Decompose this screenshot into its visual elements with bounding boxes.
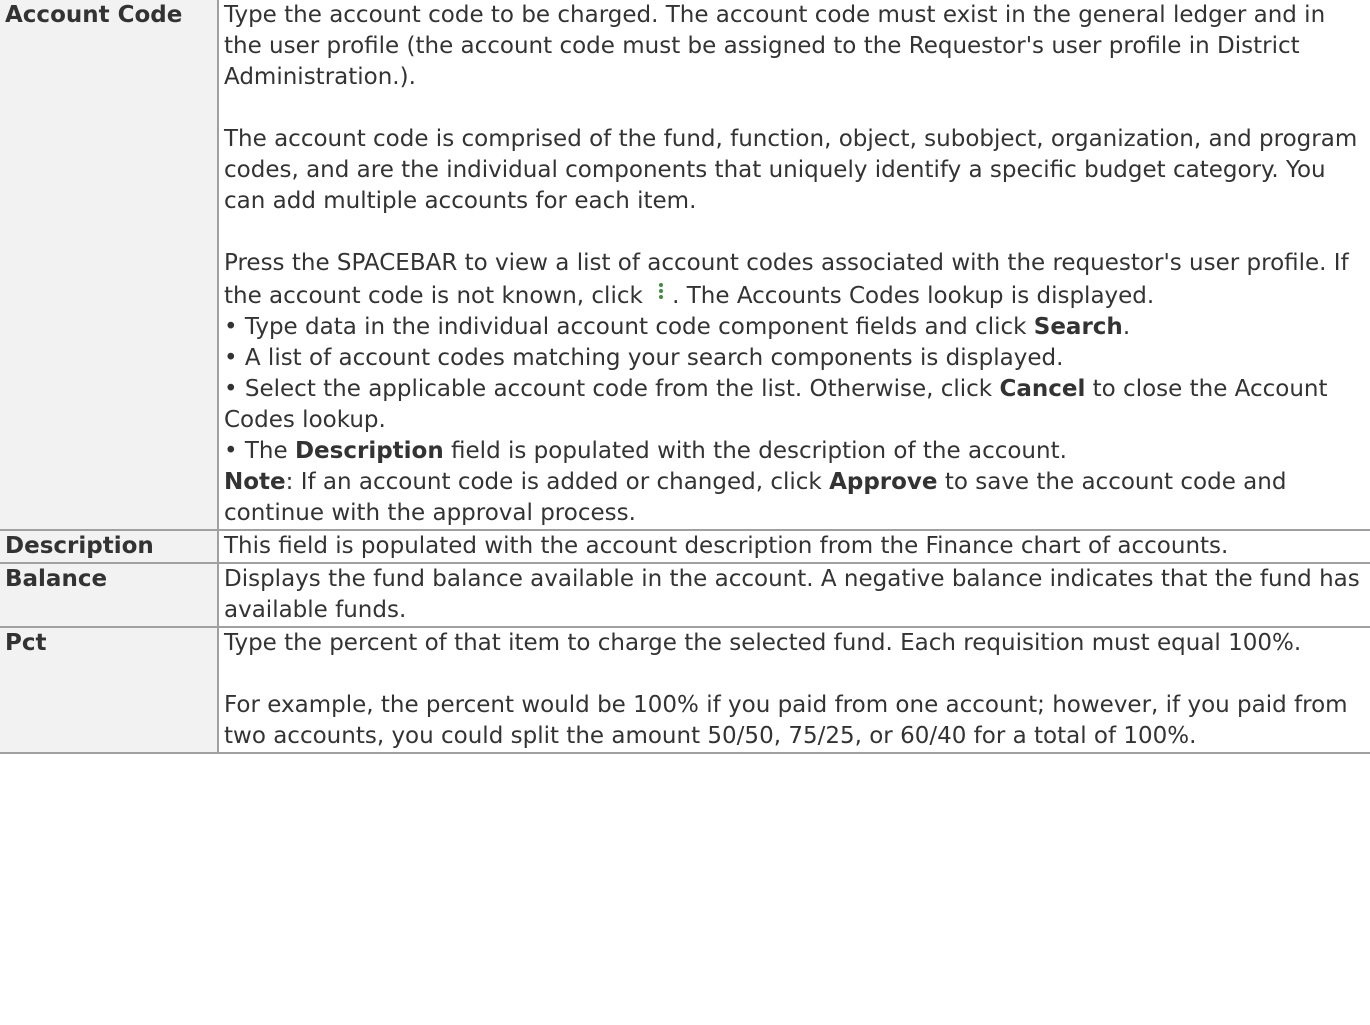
field-description-pct: Type the percent of that item to charge …: [217, 626, 1370, 754]
search-term: Search: [1033, 314, 1123, 340]
bullet-item: • Select the applicable account code fro…: [224, 376, 1328, 433]
note-label: Note: [224, 469, 286, 495]
description-paragraph: Press the SPACEBAR to view a list of acc…: [224, 248, 1366, 312]
kebab-menu-icon[interactable]: [654, 279, 668, 305]
description-paragraph: The account code is comprised of the fun…: [224, 126, 1358, 214]
description-paragraph: This field is populated with the account…: [224, 533, 1229, 559]
field-description-account-code: Type the account code to be charged. The…: [217, 0, 1370, 531]
description-paragraph: Type the percent of that item to charge …: [224, 630, 1302, 656]
field-label-balance: Balance: [0, 562, 219, 628]
table-row: Pct Type the percent of that item to cha…: [0, 626, 1370, 754]
field-description-balance: Displays the fund balance available in t…: [217, 562, 1370, 628]
field-label-description: Description: [0, 529, 219, 564]
bullet-item: • The Description field is populated wit…: [224, 438, 1067, 464]
approve-term: Approve: [829, 469, 938, 495]
cancel-term: Cancel: [999, 376, 1086, 402]
field-description-description: This field is populated with the account…: [217, 529, 1370, 564]
field-label-pct: Pct: [0, 626, 219, 754]
bullet-item: • A list of account codes matching your …: [224, 345, 1064, 371]
description-paragraph: Displays the fund balance available in t…: [224, 566, 1360, 623]
description-term: Description: [294, 438, 444, 464]
bullet-item: • Type data in the individual account co…: [224, 314, 1131, 340]
description-paragraph: For example, the percent would be 100% i…: [224, 692, 1348, 749]
table-row: Balance Displays the fund balance availa…: [0, 562, 1370, 628]
table-row: Account Code Type the account code to be…: [0, 0, 1370, 531]
instruction-text: . The Accounts Codes lookup is displayed…: [672, 283, 1155, 309]
table-row: Description This field is populated with…: [0, 529, 1370, 564]
field-definitions-table: Account Code Type the account code to be…: [0, 0, 1370, 754]
note: Note: If an account code is added or cha…: [224, 469, 1287, 526]
description-paragraph: Type the account code to be charged. The…: [224, 2, 1326, 90]
field-label-account-code: Account Code: [0, 0, 219, 531]
